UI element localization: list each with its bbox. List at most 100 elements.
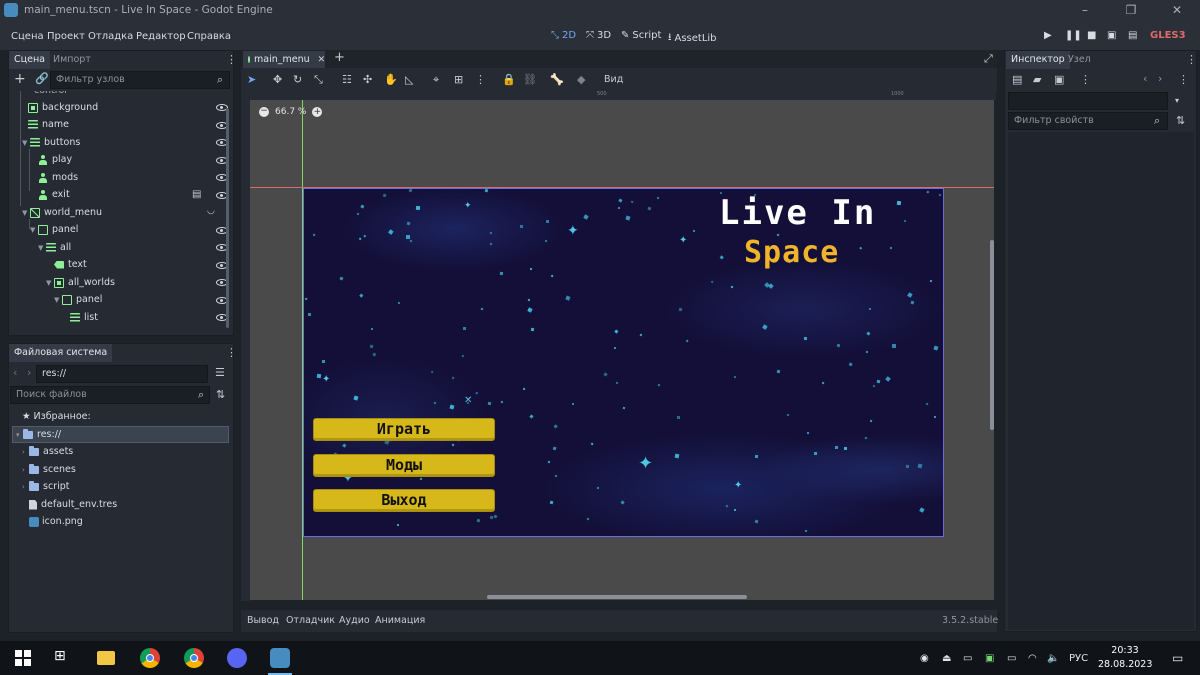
- menu-help[interactable]: Справка: [187, 31, 231, 42]
- usb-tray-icon[interactable]: ⏏: [942, 653, 951, 664]
- tools-icon[interactable]: ⇅: [1176, 114, 1185, 128]
- grid-snap-icon[interactable]: ⊞: [454, 73, 463, 86]
- play-icon[interactable]: ▶: [1044, 30, 1052, 41]
- back-arrow-icon[interactable]: ‹: [13, 366, 17, 380]
- hidden-eye-icon[interactable]: ◡: [207, 204, 215, 218]
- distraction-free-icon[interactable]: ⤢: [984, 52, 993, 66]
- task-view-icon[interactable]: ⊞: [54, 648, 74, 668]
- add-node-icon[interactable]: +: [14, 72, 26, 86]
- tree-node-panel[interactable]: ▼ panel: [30, 221, 78, 238]
- script-attached-icon[interactable]: ▤: [192, 188, 201, 202]
- panel-menu-icon[interactable]: ⋮: [226, 346, 237, 360]
- tree-node-text[interactable]: text: [54, 256, 87, 273]
- list-select-icon[interactable]: ☷: [342, 73, 352, 86]
- node-filter-input[interactable]: Фильтр узлов: [50, 71, 230, 89]
- open-folder-icon[interactable]: ▰: [1033, 73, 1041, 87]
- move-tool-icon[interactable]: ✥: [273, 73, 282, 86]
- chevron-right-icon[interactable]: ›: [22, 448, 29, 456]
- more-options-icon[interactable]: ⋮: [1080, 73, 1091, 87]
- zoom-in-icon[interactable]: +: [312, 107, 323, 117]
- notification-icon[interactable]: ▭: [1172, 651, 1183, 665]
- fs-item-default-env[interactable]: default_env.tres: [29, 496, 117, 513]
- tab-import[interactable]: Импорт: [48, 51, 96, 69]
- scene-tree[interactable]: control background name ▼buttons play mo…: [10, 91, 230, 328]
- panel-menu-icon[interactable]: ⋮: [226, 53, 237, 67]
- chrome-icon[interactable]: [140, 648, 160, 668]
- favorites-item[interactable]: ★ Избранное:: [22, 408, 91, 425]
- chevron-down-icon[interactable]: ▾: [16, 431, 23, 439]
- chevron-down-icon[interactable]: ▼: [38, 244, 46, 252]
- renderer-selector[interactable]: GLES3: [1150, 30, 1186, 41]
- monitor-tray-icon[interactable]: ▭: [963, 653, 972, 664]
- menu-debug[interactable]: Отладка: [88, 31, 133, 42]
- volume-tray-icon[interactable]: 🔈: [1047, 653, 1059, 664]
- snap-icon[interactable]: ⌖: [433, 73, 439, 87]
- scale-tool-icon[interactable]: ⤡: [314, 73, 323, 87]
- zoom-level[interactable]: 66.7 %: [275, 107, 306, 117]
- tab-output[interactable]: Вывод: [247, 615, 279, 626]
- exit-button[interactable]: Выход: [313, 489, 495, 512]
- fs-item-script[interactable]: › script: [22, 478, 69, 495]
- maximize-button[interactable]: ❐: [1108, 0, 1154, 20]
- tree-node-name[interactable]: name: [28, 116, 69, 133]
- discord-tray-icon[interactable]: ◉: [920, 653, 929, 664]
- zoom-out-icon[interactable]: −: [259, 107, 269, 117]
- tab-inspector[interactable]: Инспектор: [1006, 51, 1070, 69]
- lock-icon[interactable]: 🔒: [502, 73, 516, 86]
- tree-node-background[interactable]: background: [28, 99, 98, 116]
- tab-debugger[interactable]: Отладчик: [286, 615, 335, 626]
- chevron-down-icon[interactable]: ▼: [30, 226, 38, 234]
- panel-menu-icon[interactable]: ⋮: [1186, 53, 1197, 67]
- history-back-icon[interactable]: ‹: [1143, 72, 1147, 86]
- close-button[interactable]: ✕: [1154, 0, 1200, 20]
- scene-scrollbar[interactable]: [226, 108, 229, 328]
- fs-root[interactable]: ▾ res://: [16, 426, 61, 443]
- wifi-tray-icon[interactable]: ◠: [1028, 653, 1037, 664]
- rotate-tool-icon[interactable]: ↻: [293, 73, 302, 86]
- menu-scene[interactable]: Сцена: [11, 31, 44, 42]
- add-tab-icon[interactable]: +: [334, 51, 345, 65]
- group-icon[interactable]: ⛓: [523, 73, 537, 86]
- sort-icon[interactable]: ⇅: [216, 388, 225, 402]
- tree-node-buttons[interactable]: ▼ buttons: [22, 134, 80, 151]
- menu-editor[interactable]: Редактор: [136, 31, 186, 42]
- split-view-icon[interactable]: ☰: [215, 366, 225, 380]
- discord-icon[interactable]: [227, 648, 247, 668]
- nvidia-tray-icon[interactable]: ▣: [985, 653, 994, 664]
- chrome-icon[interactable]: [184, 648, 204, 668]
- view-menu[interactable]: Вид: [604, 74, 623, 85]
- ruler-tool-icon[interactable]: ◺: [405, 73, 413, 86]
- workspace-assetlib-button[interactable]: ⭳ AssetLib: [668, 30, 717, 47]
- link-icon[interactable]: 🔗: [35, 72, 49, 86]
- close-tab-icon[interactable]: ✕: [318, 55, 326, 65]
- tab-audio[interactable]: Аудио: [339, 615, 370, 626]
- viewport-vscrollbar[interactable]: [990, 240, 994, 430]
- tree-node-list[interactable]: list: [70, 309, 98, 326]
- new-resource-icon[interactable]: ▤: [1012, 73, 1022, 87]
- forward-arrow-icon[interactable]: ›: [27, 366, 31, 380]
- history-forward-icon[interactable]: ›: [1158, 72, 1162, 86]
- play-scene-icon[interactable]: ▣: [1107, 30, 1116, 41]
- chevron-down-icon[interactable]: ▼: [22, 209, 30, 217]
- play-button[interactable]: Играть: [313, 418, 495, 441]
- fs-item-icon-png[interactable]: icon.png: [29, 513, 83, 530]
- object-path-field[interactable]: [1008, 92, 1168, 110]
- tree-node-control[interactable]: control: [34, 91, 67, 99]
- chevron-right-icon[interactable]: ›: [22, 483, 29, 491]
- save-icon[interactable]: ▣: [1054, 73, 1064, 87]
- stop-icon[interactable]: ■: [1087, 30, 1096, 41]
- workspace-script-button[interactable]: ✎ Script: [621, 30, 661, 41]
- language-indicator[interactable]: РУС: [1069, 653, 1088, 664]
- property-filter-input[interactable]: Фильтр свойств: [1008, 112, 1168, 130]
- battery-tray-icon[interactable]: ▭: [1007, 653, 1016, 664]
- workspace-3d-button[interactable]: ⤧ 3D: [586, 30, 611, 41]
- pivot-tool-icon[interactable]: ✣: [363, 73, 372, 86]
- file-explorer-icon[interactable]: [97, 648, 117, 668]
- fs-item-assets[interactable]: › assets: [22, 443, 73, 460]
- tree-node-panel-inner[interactable]: ▼ panel: [54, 291, 102, 308]
- windows-start-icon[interactable]: [13, 648, 33, 668]
- menu-project[interactable]: Проект: [47, 31, 85, 42]
- tab-node[interactable]: Узел: [1063, 51, 1096, 69]
- tree-node-mods[interactable]: mods: [38, 169, 78, 186]
- history-icon[interactable]: ⋮: [1178, 73, 1189, 87]
